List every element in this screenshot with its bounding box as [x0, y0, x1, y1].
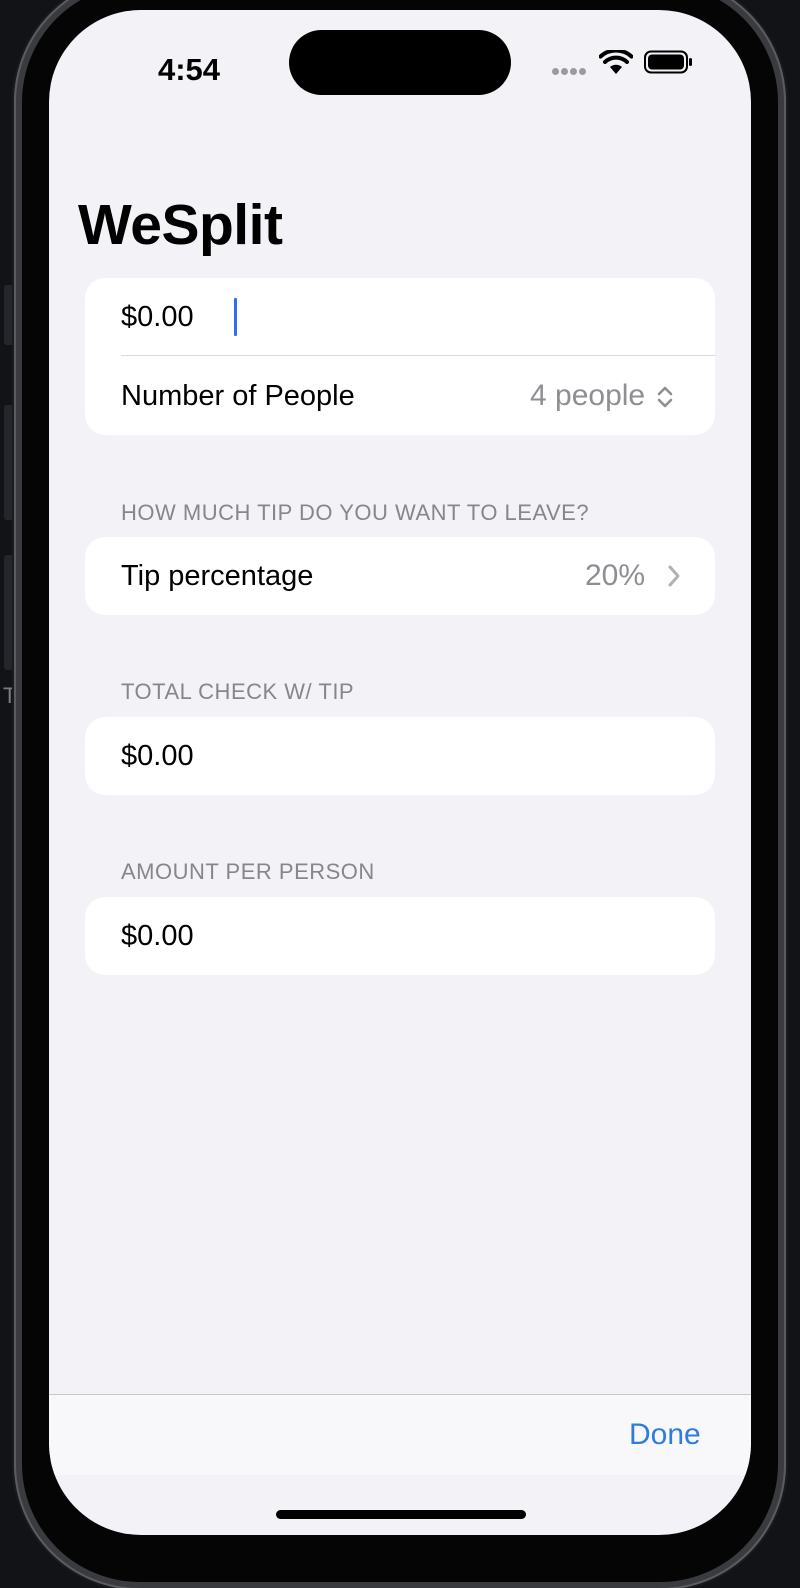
- per-person-row: $0.00: [85, 897, 715, 975]
- battery-icon: [644, 50, 692, 74]
- status-time: 4:54: [157, 52, 221, 87]
- check-amount-value[interactable]: $0.00: [121, 278, 194, 356]
- tip-percentage-label: Tip percentage: [121, 560, 314, 592]
- background-bar: [4, 405, 14, 520]
- done-button[interactable]: Done: [629, 1395, 701, 1475]
- text-cursor: [234, 298, 237, 336]
- tip-percentage-picker[interactable]: Tip percentage 20%: [85, 537, 715, 615]
- home-indicator[interactable]: [276, 1510, 526, 1519]
- tip-percentage-value[interactable]: 20%: [585, 537, 645, 615]
- number-of-people-value[interactable]: 4 people: [530, 357, 645, 435]
- total-row: $0.00: [85, 717, 715, 795]
- simulator-window: T 4:54 WeSplit $0.00 Number of People 4 …: [0, 0, 800, 1588]
- page-title: WeSplit: [78, 193, 283, 257]
- row-divider: [121, 355, 715, 356]
- total-check-value: $0.00: [121, 740, 194, 772]
- per-person-card: $0.00: [85, 897, 715, 975]
- device-screen: 4:54 WeSplit $0.00 Number of People 4 pe…: [49, 10, 751, 1535]
- amount-per-person-value: $0.00: [121, 920, 194, 952]
- per-person-section-header: AMOUNT PER PERSON: [121, 859, 375, 884]
- number-of-people-label: Number of People: [121, 380, 355, 412]
- cellular-dots-icon: [552, 68, 588, 76]
- chevron-right-icon[interactable]: [665, 562, 683, 590]
- total-card: $0.00: [85, 717, 715, 795]
- bill-input-card: $0.00 Number of People 4 people: [85, 278, 715, 435]
- dynamic-island: [289, 30, 511, 95]
- tip-section-header: HOW MUCH TIP DO YOU WANT TO LEAVE?: [121, 500, 590, 525]
- number-of-people-picker[interactable]: Number of People 4 people: [85, 357, 715, 435]
- check-amount-field[interactable]: $0.00: [85, 278, 715, 356]
- chevron-up-down-icon[interactable]: [654, 384, 676, 410]
- keyboard-toolbar: Done: [49, 1394, 751, 1475]
- wifi-icon: [599, 50, 633, 74]
- background-bar: [4, 555, 14, 670]
- tip-card: Tip percentage 20%: [85, 537, 715, 615]
- background-bar: [4, 285, 14, 345]
- total-section-header: TOTAL CHECK W/ TIP: [121, 679, 355, 704]
